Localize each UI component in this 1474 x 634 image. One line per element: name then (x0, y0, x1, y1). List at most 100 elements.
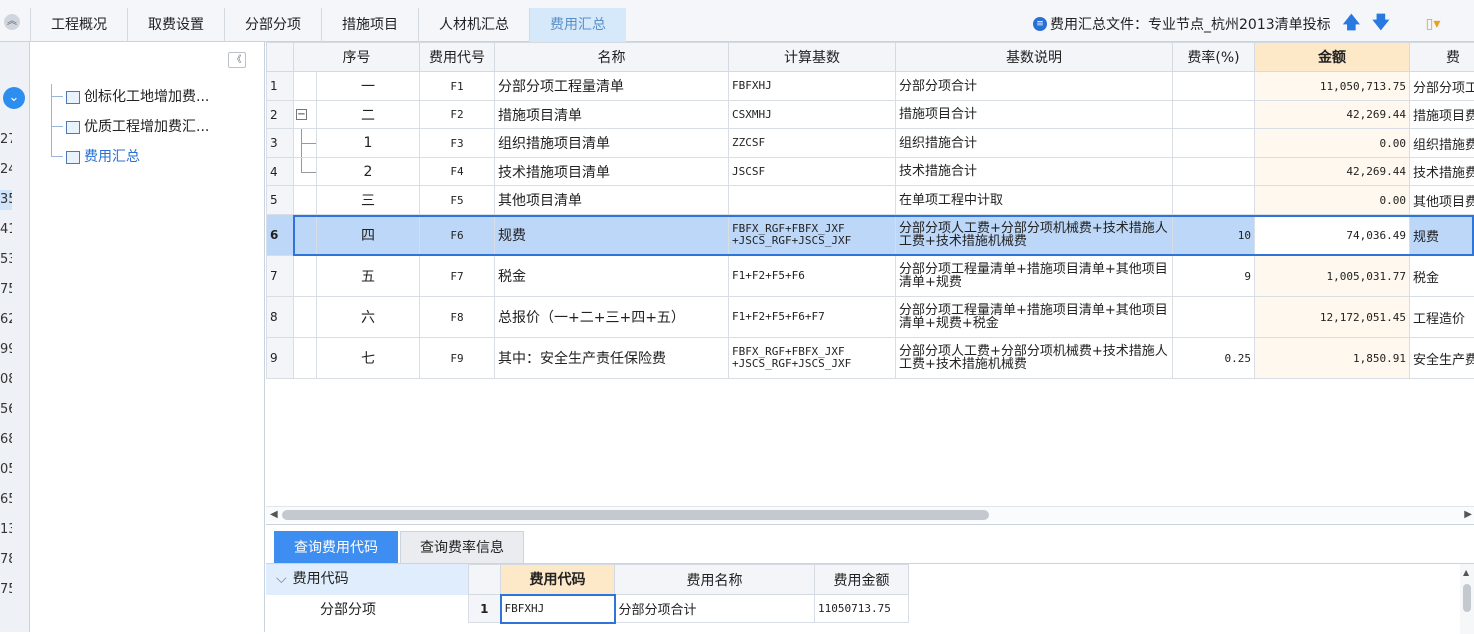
code-header-code[interactable]: 费用代码 (501, 565, 615, 595)
row-basis[interactable]: ZZCSF (729, 129, 896, 158)
row-number[interactable]: 75 (0, 580, 12, 600)
row-code[interactable]: F7 (420, 256, 495, 297)
header-code[interactable]: 费用代号 (420, 43, 495, 72)
row-number[interactable]: 41 (0, 220, 12, 240)
code-row[interactable]: 1FBFXHJ分部分项合计11050713.75 (469, 595, 909, 623)
row-basis-desc[interactable]: 组织措施合计 (896, 129, 1173, 158)
row-code[interactable]: F2 (420, 101, 495, 129)
row-basis-desc[interactable]: 分部分项人工费+分部分项机械费+技术措施人工费+技术措施机械费 (896, 338, 1173, 379)
row-rate[interactable] (1173, 129, 1255, 158)
row-name[interactable]: 总报价（一+二+三+四+五） (495, 297, 729, 338)
row-seq[interactable]: 七 (317, 338, 420, 379)
scrollbar-thumb[interactable] (282, 510, 989, 520)
code-header-amount[interactable]: 费用金额 (815, 565, 909, 595)
header-name[interactable]: 名称 (495, 43, 729, 72)
row-code[interactable]: F4 (420, 158, 495, 186)
row-name[interactable]: 其中：安全生产责任保险费 (495, 338, 729, 379)
tree-item-quality-project[interactable]: 优质工程增加费汇... (66, 116, 209, 138)
row-seq[interactable]: 2 (317, 158, 420, 186)
row-name[interactable]: 技术措施项目清单 (495, 158, 729, 186)
row-seq[interactable]: 1 (317, 129, 420, 158)
table-row[interactable]: 5三F5其他项目清单在单项工程中计取0.00其他项目费 (267, 186, 1474, 215)
scrollbar-thumb[interactable] (1463, 584, 1471, 612)
code-row-index[interactable]: 1 (469, 595, 501, 623)
row-number[interactable]: 53 (0, 250, 12, 270)
tab-query-fee-code[interactable]: 查询费用代码 (274, 531, 398, 563)
vertical-scrollbar[interactable]: ▲ (1460, 564, 1474, 634)
row-rate[interactable] (1173, 101, 1255, 129)
row-index[interactable]: 3 (267, 129, 294, 158)
table-row[interactable]: 6四F6规费FBFX_RGF+FBFX_JXF +JSCS_RGF+JSCS_J… (267, 215, 1474, 256)
row-seq[interactable]: 三 (317, 186, 420, 215)
row-basis-desc[interactable]: 分部分项人工费+分部分项机械费+技术措施人工费+技术措施机械费 (896, 215, 1173, 256)
row-seq[interactable]: 五 (317, 256, 420, 297)
header-seq[interactable]: 序号 (294, 43, 420, 72)
row-index[interactable]: 9 (267, 338, 294, 379)
tab-overview[interactable]: 工程概况 (30, 8, 127, 42)
row-rate[interactable] (1173, 186, 1255, 215)
row-basis-desc[interactable]: 措施项目合计 (896, 101, 1173, 129)
table-row[interactable]: 7五F7税金F1+F2+F5+F6分部分项工程量清单+措施项目清单+其他项目清单… (267, 256, 1474, 297)
row-code[interactable]: F8 (420, 297, 495, 338)
row-fee-category[interactable]: 安全生产费 (1410, 338, 1474, 379)
row-basis[interactable] (729, 186, 896, 215)
row-fee-category[interactable]: 工程造价 (1410, 297, 1474, 338)
circle-collapse-icon[interactable]: ︽ (4, 14, 20, 30)
expand-minus-icon[interactable]: − (296, 109, 307, 120)
row-seq[interactable]: 二 (317, 101, 420, 129)
header-fee-category[interactable]: 费 (1410, 43, 1474, 72)
row-rate[interactable] (1173, 297, 1255, 338)
row-index[interactable]: 2 (267, 101, 294, 129)
row-number[interactable]: 05 (0, 460, 12, 480)
collapse-left-icon[interactable]: 《 (228, 52, 246, 68)
row-basis[interactable]: JSCSF (729, 158, 896, 186)
row-basis[interactable]: F1+F2+F5+F6 (729, 256, 896, 297)
row-number[interactable]: 35 (0, 190, 12, 210)
row-index[interactable]: 7 (267, 256, 294, 297)
tree-item-fee-summary[interactable]: 费用汇总 (66, 146, 140, 168)
row-rate[interactable] (1173, 72, 1255, 101)
row-number[interactable]: 65 (0, 490, 12, 510)
row-number[interactable]: 68 (0, 430, 12, 450)
row-amount[interactable]: 0.00 (1255, 186, 1410, 215)
arrow-down-icon[interactable]: 🡇 (1372, 10, 1389, 39)
row-number[interactable]: 78 (0, 550, 12, 570)
row-basis-desc[interactable]: 分部分项合计 (896, 72, 1173, 101)
row-code[interactable]: F6 (420, 215, 495, 256)
row-amount[interactable]: 74,036.49 (1255, 215, 1410, 256)
code-header-name[interactable]: 费用名称 (615, 565, 815, 595)
scroll-up-icon[interactable]: ▲ (1463, 568, 1469, 577)
scroll-left-icon[interactable]: ◀ (270, 509, 278, 520)
row-amount[interactable]: 42,269.44 (1255, 101, 1410, 129)
row-amount[interactable]: 0.00 (1255, 129, 1410, 158)
table-row[interactable]: 2−二F2措施项目清单CSXMHJ措施项目合计42,269.44措施项目费 (267, 101, 1474, 129)
chevron-down-icon[interactable]: ⌵ (276, 571, 287, 587)
row-rate[interactable] (1173, 158, 1255, 186)
row-code[interactable]: F9 (420, 338, 495, 379)
row-rate[interactable]: 9 (1173, 256, 1255, 297)
row-number[interactable]: 56 (0, 400, 12, 420)
tab-labor-material[interactable]: 人材机汇总 (418, 8, 529, 42)
row-rate[interactable]: 10 (1173, 215, 1255, 256)
tab-fee-summary[interactable]: 费用汇总 (529, 8, 626, 42)
row-fee-category[interactable]: 其他项目费 (1410, 186, 1474, 215)
row-number[interactable]: 62 (0, 310, 12, 330)
row-amount[interactable]: 11,050,713.75 (1255, 72, 1410, 101)
code-row-name[interactable]: 分部分项合计 (615, 595, 815, 623)
row-name[interactable]: 税金 (495, 256, 729, 297)
row-code[interactable]: F1 (420, 72, 495, 101)
row-basis-desc[interactable]: 技术措施合计 (896, 158, 1173, 186)
row-basis[interactable]: FBFXHJ (729, 72, 896, 101)
tab-measures[interactable]: 措施项目 (321, 8, 418, 42)
header-amount[interactable]: 金额 (1255, 43, 1410, 72)
row-name[interactable]: 规费 (495, 215, 729, 256)
header-basis[interactable]: 计算基数 (729, 43, 896, 72)
row-name[interactable]: 措施项目清单 (495, 101, 729, 129)
code-row-code[interactable]: FBFXHJ (501, 595, 615, 623)
row-number[interactable]: 27 (0, 130, 12, 150)
row-amount[interactable]: 42,269.44 (1255, 158, 1410, 186)
tab-query-fee-rate[interactable]: 查询费率信息 (400, 531, 524, 563)
row-basis-desc[interactable]: 在单项工程中计取 (896, 186, 1173, 215)
table-row[interactable]: 1一F1分部分项工程量清单FBFXHJ分部分项合计11,050,713.75分部… (267, 72, 1474, 101)
row-amount[interactable]: 1,005,031.77 (1255, 256, 1410, 297)
